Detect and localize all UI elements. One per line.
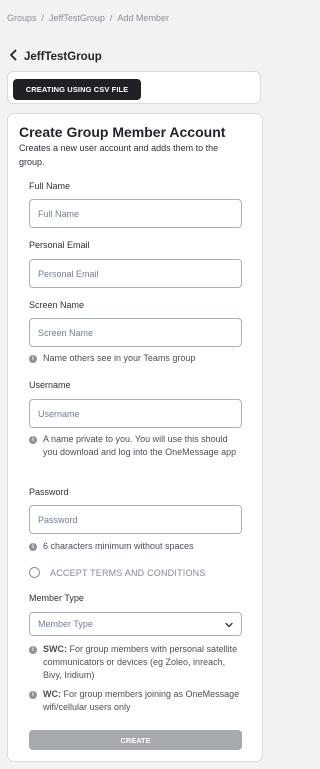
chevron-left-icon[interactable] xyxy=(9,48,18,66)
password-label: Password xyxy=(29,487,69,497)
breadcrumb-current: Add Member xyxy=(117,13,169,23)
create-button[interactable]: CREATE xyxy=(29,730,242,750)
username-hint-text: A name private to you. You will use this… xyxy=(43,434,237,457)
username-input[interactable] xyxy=(29,399,242,428)
screen-name-label: Screen Name xyxy=(29,300,85,310)
create-using-csv-button[interactable]: CREATING USING CSV FILE xyxy=(13,79,141,100)
info-icon: i xyxy=(29,690,37,699)
wc-hint-text: For group members joining as OneMessage … xyxy=(43,689,240,712)
breadcrumb-separator: / xyxy=(41,13,45,23)
member-type-value: Member Type xyxy=(38,619,93,629)
member-type-label: Member Type xyxy=(29,593,84,603)
group-title: JeffTestGroup xyxy=(24,51,102,63)
breadcrumb-groups[interactable]: Groups xyxy=(7,13,37,23)
personal-email-input[interactable] xyxy=(29,259,242,288)
screen-name-hint-text: Name others see in your Teams group xyxy=(43,353,196,363)
csv-card: CREATING USING CSV FILE xyxy=(7,71,261,104)
create-member-form: Create Group Member Account Creates a ne… xyxy=(7,113,263,762)
info-icon: i xyxy=(29,435,37,444)
password-input[interactable] xyxy=(29,505,242,534)
full-name-input[interactable] xyxy=(29,199,242,228)
back-link[interactable]: JeffTestGroup xyxy=(9,48,102,66)
info-icon: i xyxy=(29,354,37,363)
password-hint: i 6 characters minimum without spaces xyxy=(29,540,244,553)
wc-hint: i WC: For group members joining as OneMe… xyxy=(29,688,244,714)
personal-email-label: Personal Email xyxy=(29,240,90,250)
breadcrumb-group[interactable]: JeffTestGroup xyxy=(49,13,105,23)
chevron-down-icon xyxy=(225,615,233,633)
wc-hint-strong: WC: xyxy=(43,689,61,699)
terms-checkbox[interactable]: ACCEPT TERMS AND CONDITIONS xyxy=(29,567,206,578)
screen-name-hint: i Name others see in your Teams group xyxy=(29,352,244,365)
swc-hint-text: For group members with personal satellit… xyxy=(43,644,238,680)
breadcrumb: Groups / JeffTestGroup / Add Member xyxy=(7,13,169,23)
username-label: Username xyxy=(29,380,71,390)
member-type-select[interactable]: Member Type xyxy=(29,612,242,636)
screen-name-input[interactable] xyxy=(29,318,242,347)
full-name-label: Full Name xyxy=(29,181,71,191)
info-icon: i xyxy=(29,542,37,551)
swc-hint: i SWC: For group members with personal s… xyxy=(29,643,244,682)
breadcrumb-separator: / xyxy=(109,13,113,23)
form-subtitle: Creates a new user account and adds them… xyxy=(19,143,219,167)
password-hint-text: 6 characters minimum without spaces xyxy=(43,541,194,551)
username-hint: i A name private to you. You will use th… xyxy=(29,433,244,459)
form-title: Create Group Member Account xyxy=(19,124,226,140)
info-icon: i xyxy=(29,645,37,654)
swc-hint-strong: SWC: xyxy=(43,644,67,654)
terms-label[interactable]: ACCEPT TERMS AND CONDITIONS xyxy=(50,568,206,578)
terms-radio[interactable] xyxy=(29,567,40,578)
